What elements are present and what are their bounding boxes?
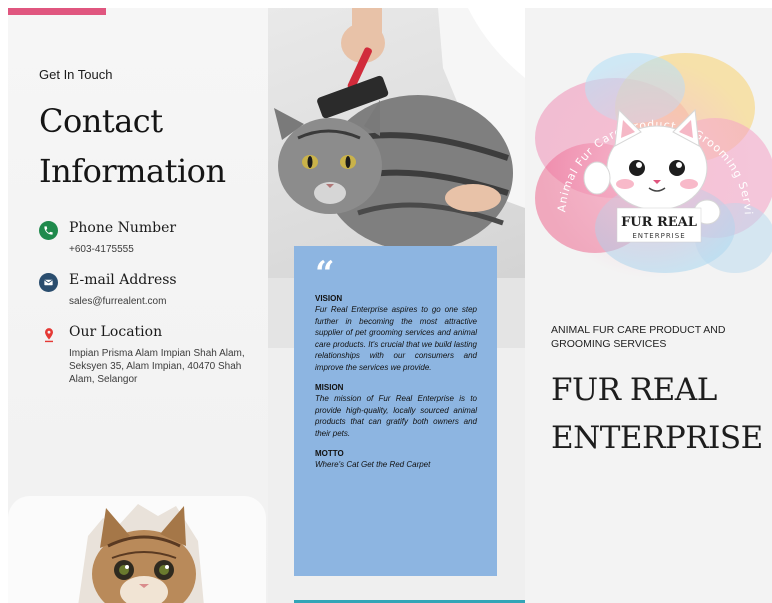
phone-label: Phone Number [69,220,177,236]
phone-icon [39,221,58,240]
mission-panel: “ VISION Fur Real Enterprise aspires to … [268,8,525,603]
accent-bar [8,8,106,15]
quote-icon: “ [315,254,335,294]
contact-title: Contact Information [39,96,264,196]
brand-title: FUR REAL ENTERPRISE [551,366,771,462]
vision-heading: VISION [315,294,343,303]
location-label: Our Location [69,324,163,340]
contact-title-line1: Contact [39,102,163,140]
logo-name: FUR REAL [621,215,697,230]
brand-panel: Animal Fur Care Product & Grooming Servi… [521,8,772,603]
contact-panel: Get In Touch Contact Information Phone N… [8,8,268,603]
location-value: Impian Prisma Alam Impian Shah Alam, Sek… [69,348,245,385]
logo-sub: ENTERPRISE [632,232,685,240]
motto-heading: MOTTO [315,449,344,458]
brand-tagline: ANIMAL FUR CARE PRODUCT AND GROOMING SER… [551,324,726,350]
vision-mission-box: “ VISION Fur Real Enterprise aspires to … [294,246,497,576]
location-icon [39,325,58,344]
contact-title-line2: Information [39,152,226,190]
motto-text: Where's Cat Get the Red Carpet [315,460,431,469]
vision-text: Fur Real Enterprise aspires to go one st… [315,305,477,372]
email-icon [39,273,58,292]
brand-logo: Animal Fur Care Product & Grooming Servi… [521,18,772,308]
email-value: sales@furrealent.com [69,296,167,307]
kitten-photo [8,496,266,603]
brochure-page: Get In Touch Contact Information Phone N… [8,8,772,603]
get-in-touch-label: Get In Touch [39,67,113,82]
brand-title-line2: ENTERPRISE [551,420,763,456]
email-label: E-mail Address [69,272,177,288]
brand-title-line1: FUR REAL [551,372,717,408]
phone-value: +603-4175555 [69,244,134,255]
mission-text: The mission of Fur Real Enterprise is to… [315,394,477,438]
mission-heading: MISION [315,383,344,392]
